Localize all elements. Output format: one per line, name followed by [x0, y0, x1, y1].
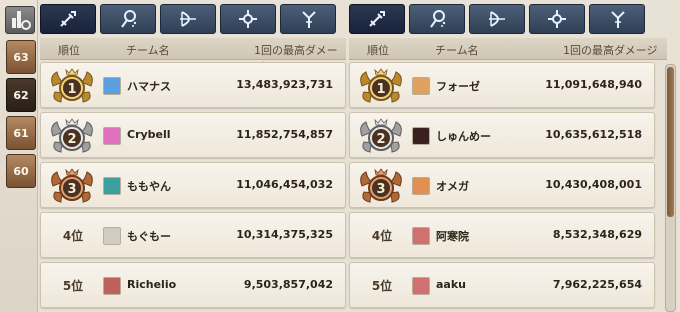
team-name: aaku: [436, 278, 466, 291]
scrollbar[interactable]: [665, 64, 676, 312]
team-name: フォーゼ: [436, 80, 480, 93]
max-damage: 11,852,754,857: [236, 128, 333, 141]
team-name: しゅんめー: [436, 130, 491, 143]
team-avatar: [412, 177, 430, 195]
magic-staff-icon: [121, 10, 137, 28]
category-tabs: [349, 4, 645, 34]
max-damage: 11,091,648,940: [545, 78, 642, 91]
rank-number: 3: [67, 182, 76, 197]
sword-icon: [60, 11, 76, 27]
team-name: オメガ: [436, 180, 469, 193]
level-label: 60: [13, 164, 29, 178]
team-avatar: [103, 177, 121, 195]
level-label: 62: [13, 88, 29, 102]
team-avatar: [103, 277, 121, 295]
max-damage: 10,635,612,518: [545, 128, 642, 141]
healer-staff-icon: [611, 11, 625, 28]
level-label: 61: [13, 126, 29, 140]
category-tab[interactable]: [100, 4, 156, 34]
team-avatar: [103, 127, 121, 145]
silver-medal-icon: 2: [47, 116, 97, 156]
team-avatar: [412, 77, 430, 95]
damage-column-header: 1回の最高ダメージ: [563, 44, 658, 57]
level-tab-62[interactable]: 62: [6, 78, 36, 112]
team-name: Crybell: [127, 128, 171, 141]
magic-staff-icon: [430, 10, 446, 28]
sword-icon: [369, 11, 385, 27]
team-name: もぐもー: [127, 230, 171, 243]
level-tab-63[interactable]: 63: [6, 40, 36, 74]
column-header: 順位 チーム名 1回の最高ダメージ: [349, 38, 667, 60]
category-tab[interactable]: [349, 4, 405, 34]
ranking-row[interactable]: 5位 Richelio 9,503,857,042: [40, 262, 346, 308]
rank-label: 5位: [62, 279, 84, 293]
gold-medal-icon: 1: [356, 66, 406, 106]
level-tab-60[interactable]: 60: [6, 154, 36, 188]
category-tab[interactable]: [409, 4, 465, 34]
max-damage: 13,483,923,731: [236, 78, 333, 91]
ranking-row[interactable]: 4位 もぐもー 10,314,375,325: [40, 212, 346, 258]
bow-icon: [489, 11, 505, 27]
team-avatar: [412, 227, 430, 245]
team-column-header: チーム名: [126, 44, 170, 57]
category-tab[interactable]: [280, 4, 336, 34]
team-column-header: チーム名: [435, 44, 479, 57]
ranking-row[interactable]: 3 オメガ 10,430,408,001: [349, 162, 655, 208]
max-damage: 7,962,225,654: [552, 278, 642, 291]
gold-medal-icon: 1: [47, 66, 97, 106]
category-tab[interactable]: [469, 4, 525, 34]
level-rail: 63 62 61 60: [0, 0, 38, 312]
rank-number: 1: [67, 82, 76, 97]
silver-medal-icon: 2: [356, 116, 406, 156]
rank-number: 1: [376, 82, 385, 97]
ranking-row[interactable]: 4位 阿寒院 8,532,348,629: [349, 212, 655, 258]
max-damage: 10,430,408,001: [545, 178, 642, 191]
ranking-row[interactable]: 1 フォーゼ 11,091,648,940: [349, 62, 655, 108]
team-name: ハマナス: [127, 80, 171, 93]
max-damage: 10,314,375,325: [236, 228, 333, 241]
ranking-filter-icon[interactable]: [5, 6, 35, 34]
rank-label: 4位: [371, 229, 393, 243]
ranking-row[interactable]: 2 しゅんめー 10,635,612,518: [349, 112, 655, 158]
ranking-row[interactable]: 5位 aaku 7,962,225,654: [349, 262, 655, 308]
team-name: Richelio: [127, 278, 177, 291]
cross-shield-icon: [548, 10, 566, 28]
category-tab[interactable]: [160, 4, 216, 34]
ranking-row[interactable]: 1 ハマナス 13,483,923,731: [40, 62, 346, 108]
healer-staff-icon: [302, 11, 316, 28]
team-name: 阿寒院: [436, 230, 469, 243]
rank-column-header: 順位: [367, 44, 389, 57]
ranking-row[interactable]: 3 ももやん 11,046,454,032: [40, 162, 346, 208]
category-tab[interactable]: [589, 4, 645, 34]
scrollbar-thumb[interactable]: [667, 67, 674, 217]
cross-shield-icon: [239, 10, 257, 28]
team-avatar: [412, 127, 430, 145]
level-label: 63: [13, 50, 29, 64]
team-name: ももやん: [127, 180, 171, 193]
rank-label: 4位: [62, 229, 84, 243]
column-header: 順位 チーム名 1回の最高ダメージ: [40, 38, 346, 73]
level-tab-61[interactable]: 61: [6, 116, 36, 150]
category-tab[interactable]: [40, 4, 96, 34]
rank-label: 5位: [371, 279, 393, 293]
rank-number: 3: [376, 182, 385, 197]
rank-number: 2: [376, 132, 385, 147]
max-damage: 11,046,454,032: [236, 178, 333, 191]
rank-column-header: 順位: [58, 44, 80, 57]
team-avatar: [412, 277, 430, 295]
ranking-row[interactable]: 2 Crybell 11,852,754,857: [40, 112, 346, 158]
bronze-medal-icon: 3: [356, 166, 406, 206]
ranking-panel-right: 順位 チーム名 1回の最高ダメージ 1 フォーゼ 11,091,648,940 2 しゅ…: [349, 0, 680, 312]
max-damage: 8,532,348,629: [552, 228, 642, 241]
rank-number: 2: [67, 132, 76, 147]
ranking-panel-left: 順位 チーム名 1回の最高ダメージ 1 ハマナス 13,483,923,731 2 Cr…: [40, 0, 346, 312]
team-avatar: [103, 227, 121, 245]
category-tabs: [40, 4, 336, 34]
bronze-medal-icon: 3: [47, 166, 97, 206]
category-tab[interactable]: [529, 4, 585, 34]
category-tab[interactable]: [220, 4, 276, 34]
team-avatar: [103, 77, 121, 95]
max-damage: 9,503,857,042: [243, 278, 333, 291]
bow-icon: [180, 11, 196, 27]
